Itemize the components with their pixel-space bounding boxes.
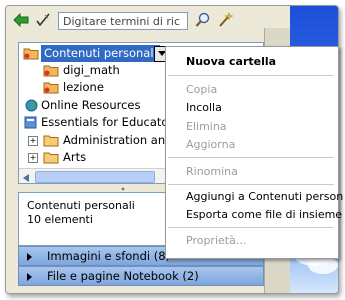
menu-separator — [168, 184, 334, 185]
expand-arrow-icon — [27, 253, 32, 261]
search-input[interactable]: Digitare termini di ric — [58, 12, 188, 30]
menu-item-esporta[interactable]: Esporta come file di insieme — [186, 208, 342, 221]
category-notebook-files[interactable]: File e pagine Notebook (2) — [18, 266, 264, 286]
expand-plus-icon[interactable]: + — [28, 153, 38, 163]
menu-item-incolla[interactable]: Incolla — [186, 101, 222, 114]
scroll-left-icon[interactable] — [23, 172, 29, 183]
menu-item-aggiorna[interactable]: Aggiorna — [186, 138, 235, 151]
info-count: 10 elementi — [27, 213, 93, 226]
scrollbar-thumb[interactable] — [35, 171, 155, 183]
info-title: Contenuti personali — [27, 199, 135, 212]
pen-check-icon[interactable] — [34, 11, 52, 29]
expand-plus-icon[interactable]: + — [28, 136, 38, 146]
menu-item-proprieta[interactable]: Proprietà... — [186, 234, 246, 247]
menu-separator — [168, 75, 334, 76]
menu-separator — [168, 227, 334, 228]
menu-item-aggiungi[interactable]: Aggiungi a Contenuti person — [186, 190, 343, 203]
context-menu: Nuova cartella Copia Incolla Elimina Agg… — [165, 46, 343, 259]
expand-arrow-icon — [27, 273, 32, 281]
back-arrow-icon[interactable] — [12, 11, 30, 29]
wand-icon[interactable] — [216, 11, 234, 29]
search-icon[interactable] — [194, 11, 212, 29]
toolbar: Digitare termini di ric — [6, 6, 266, 38]
menu-item-copia[interactable]: Copia — [186, 83, 217, 96]
folder-icon — [43, 151, 59, 169]
menu-separator — [168, 157, 334, 158]
menu-item-elimina[interactable]: Elimina — [186, 120, 227, 133]
menu-item-nuova-cartella[interactable]: Nuova cartella — [186, 55, 276, 68]
menu-item-rinomina[interactable]: Rinomina — [186, 165, 238, 178]
